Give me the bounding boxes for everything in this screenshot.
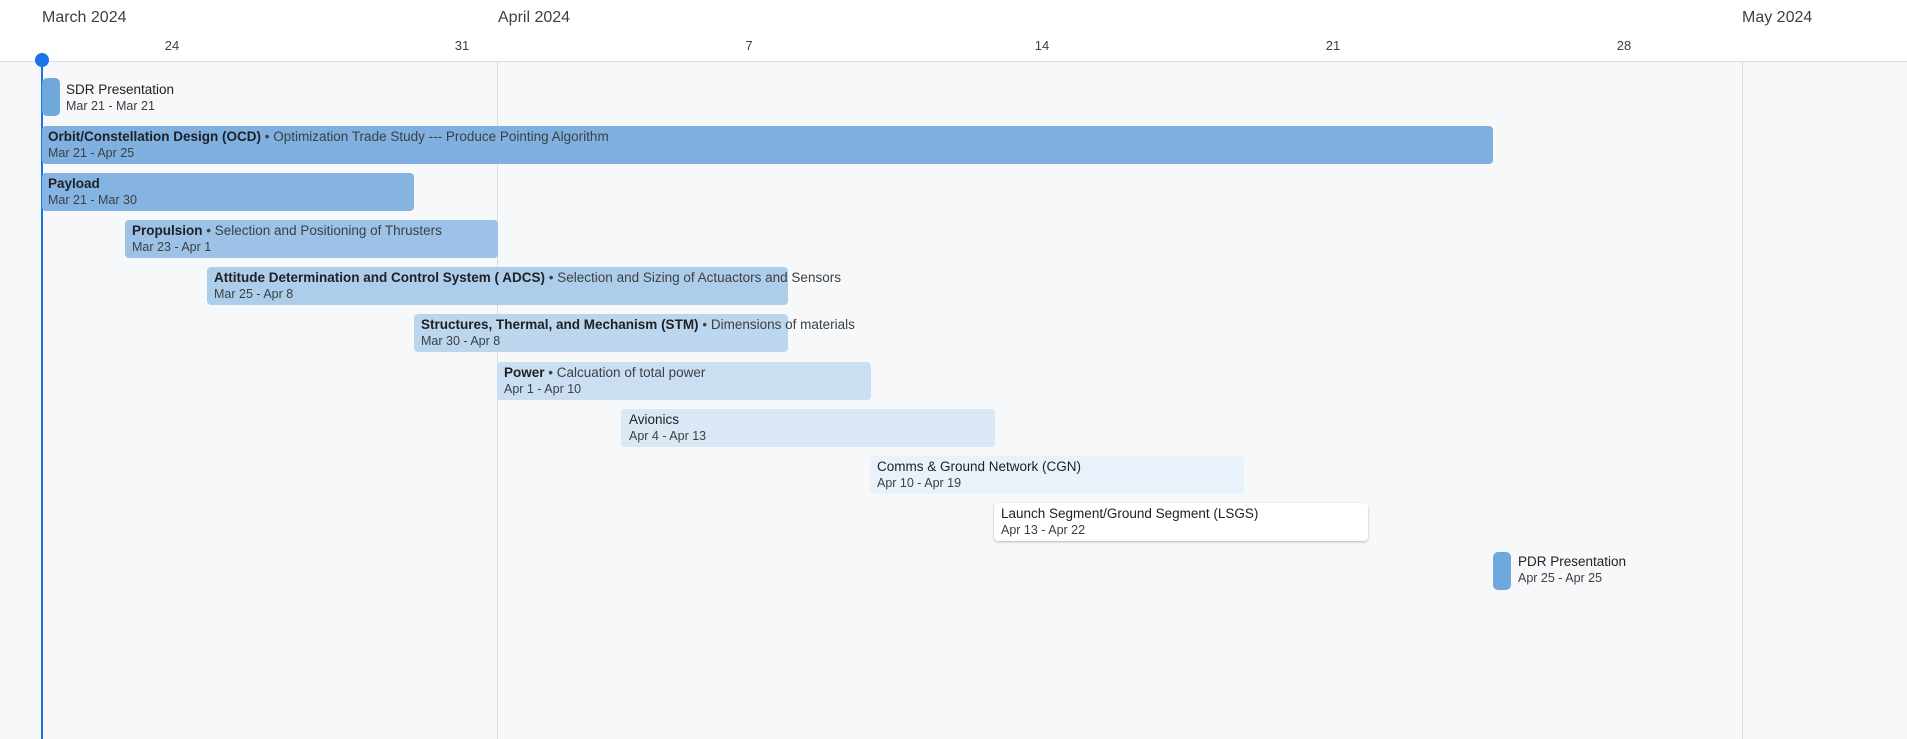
task-dates: Apr 4 - Apr 13 <box>629 429 707 443</box>
task-description: Calcuation of total power <box>556 365 706 380</box>
task-label: Attitude Determination and Control Syste… <box>214 269 841 303</box>
task-dates: Apr 25 - Apr 25 <box>1518 571 1603 585</box>
week-label: 31 <box>454 38 470 53</box>
milestone-bar[interactable] <box>42 78 60 116</box>
week-label: 7 <box>745 38 753 53</box>
task-dates: Mar 21 - Mar 30 <box>48 193 137 207</box>
task-dates: Mar 25 - Apr 8 <box>214 287 294 301</box>
task-name: Comms & Ground Network (CGN) <box>877 459 1082 474</box>
task-name: Propulsion <box>132 223 203 238</box>
timeline-header: March 2024 April 2024 May 2024 24 31 7 1… <box>0 0 1907 62</box>
task-label: Propulsion • Selection and Positioning o… <box>132 222 442 256</box>
task-dates: Apr 13 - Apr 22 <box>1001 523 1086 537</box>
task-separator: • <box>702 317 708 332</box>
task-dates: Apr 1 - Apr 10 <box>504 382 582 396</box>
task-label: Structures, Thermal, and Mechanism (STM)… <box>421 316 855 350</box>
week-label: 14 <box>1034 38 1050 53</box>
week-label: 28 <box>1616 38 1632 53</box>
task-separator: • <box>206 223 211 238</box>
task-name: Launch Segment/Ground Segment (LSGS) <box>1001 506 1259 521</box>
task-description: Optimization Trade Study --- Produce Poi… <box>273 129 609 144</box>
task-label: Launch Segment/Ground Segment (LSGS) Apr… <box>1001 505 1258 539</box>
task-dates: Apr 10 - Apr 19 <box>877 476 962 490</box>
task-name: Power <box>504 365 545 380</box>
milestone-bar[interactable] <box>1493 552 1511 590</box>
task-name: SDR Presentation <box>66 82 175 97</box>
task-name: Structures, Thermal, and Mechanism (STM) <box>421 317 699 332</box>
task-dates: Mar 23 - Apr 1 <box>132 240 212 254</box>
task-label: PDR Presentation Apr 25 - Apr 25 <box>1518 553 1626 587</box>
task-separator: • <box>264 129 270 144</box>
task-dates: Mar 21 - Mar 21 <box>66 99 155 113</box>
week-label: 21 <box>1325 38 1341 53</box>
month-label-april: April 2024 <box>498 9 571 26</box>
task-name: Payload <box>48 176 100 191</box>
task-name: Avionics <box>629 412 680 427</box>
today-marker <box>35 53 49 67</box>
month-divider-may <box>1742 61 1743 739</box>
task-label: Payload Mar 21 - Mar 30 <box>48 175 137 209</box>
week-label: 24 <box>164 38 180 53</box>
task-name: Attitude Determination and Control Syste… <box>214 270 546 285</box>
task-label: Power • Calcuation of total power Apr 1 … <box>504 364 705 398</box>
task-separator: • <box>548 270 554 285</box>
task-description: Selection and Sizing of Actuactors and S… <box>557 270 841 285</box>
task-description: Selection and Positioning of Thrusters <box>214 223 442 238</box>
task-label: Avionics Apr 4 - Apr 13 <box>629 411 706 445</box>
task-label: Comms & Ground Network (CGN) Apr 10 - Ap… <box>877 458 1081 492</box>
task-separator: • <box>548 365 554 380</box>
task-label: Orbit/Constellation Design (OCD) • Optim… <box>48 128 609 162</box>
task-description: Dimensions of materials <box>710 317 855 332</box>
task-dates: Mar 30 - Apr 8 <box>421 334 501 348</box>
month-label-march: March 2024 <box>42 9 127 26</box>
task-name: Orbit/Constellation Design (OCD) <box>48 129 262 144</box>
task-name: PDR Presentation <box>1518 554 1627 569</box>
task-label: SDR Presentation Mar 21 - Mar 21 <box>66 81 174 115</box>
task-dates: Mar 21 - Apr 25 <box>48 146 135 160</box>
month-label-may: May 2024 <box>1742 9 1813 26</box>
